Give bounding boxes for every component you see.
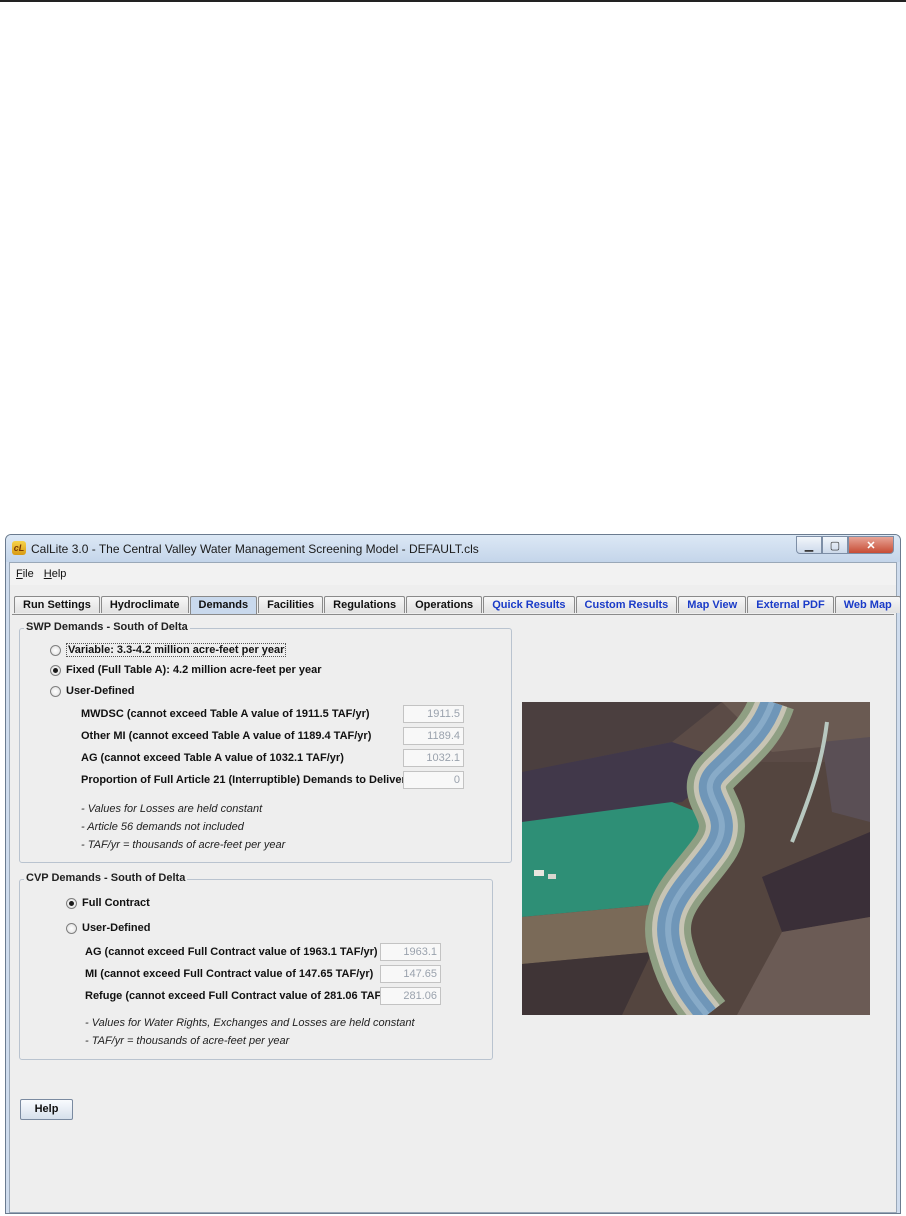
- cvp-refuge-field[interactable]: [380, 987, 441, 1005]
- cvp-ag-label: AG (cannot exceed Full Contract value of…: [85, 946, 378, 958]
- help-button[interactable]: Help: [20, 1099, 73, 1120]
- cvp-mi-label: MI (cannot exceed Full Contract value of…: [85, 968, 374, 980]
- tab-map-view[interactable]: Map View: [678, 596, 747, 613]
- minimize-button[interactable]: ▁: [796, 536, 822, 554]
- title-bar[interactable]: cL CalLite 3.0 - The Central Valley Wate…: [6, 535, 900, 562]
- menu-file-rest: ile: [22, 568, 34, 580]
- swp-group-title: SWP Demands - South of Delta: [24, 621, 190, 633]
- cvp-note-water-rights: - Values for Water Rights, Exchanges and…: [85, 1017, 415, 1029]
- swp-article21-label: Proportion of Full Article 21 (Interrupt…: [81, 774, 406, 786]
- close-button[interactable]: ✕: [848, 536, 894, 554]
- cvp-demands-group: CVP Demands - South of Delta Full Contra…: [19, 872, 493, 1060]
- canal-aerial-photo: [522, 702, 870, 1015]
- menu-bar: File Help: [10, 563, 896, 585]
- swp-other-mi-label: Other MI (cannot exceed Table A value of…: [81, 730, 372, 742]
- app-window: cL CalLite 3.0 - The Central Valley Wate…: [5, 534, 901, 1214]
- cvp-option-user-defined-label: User-Defined: [82, 922, 151, 934]
- tab-demands[interactable]: Demands: [189, 596, 258, 614]
- swp-article21-field[interactable]: [403, 771, 464, 789]
- tab-run-settings[interactable]: Run Settings: [14, 596, 100, 613]
- swp-mwdsc-label: MWDSC (cannot exceed Table A value of 19…: [81, 708, 370, 720]
- swp-other-mi-field[interactable]: [403, 727, 464, 745]
- swp-radio-user-defined[interactable]: [50, 685, 61, 697]
- cvp-option-full-contract[interactable]: Full Contract: [66, 897, 150, 909]
- window-controls: ▁ ▢ ✕: [796, 536, 894, 554]
- swp-radio-variable[interactable]: [50, 644, 61, 656]
- menu-help-rest: elp: [51, 568, 67, 580]
- swp-ag-label: AG (cannot exceed Table A value of 1032.…: [81, 752, 344, 764]
- cvp-mi-field[interactable]: [380, 965, 441, 983]
- swp-option-variable[interactable]: Variable: 3.3-4.2 million acre-feet per …: [50, 643, 287, 657]
- swp-option-fixed[interactable]: Fixed (Full Table A): 4.2 million acre-f…: [50, 664, 322, 676]
- page-top-rule: [0, 0, 906, 2]
- app-logo-icon: cL: [12, 541, 26, 555]
- swp-option-variable-label: Variable: 3.3-4.2 million acre-feet per …: [66, 643, 287, 657]
- cvp-group-title: CVP Demands - South of Delta: [24, 872, 188, 884]
- window-title: CalLite 3.0 - The Central Valley Water M…: [31, 542, 479, 556]
- tab-baseline: [12, 614, 894, 615]
- swp-radio-fixed[interactable]: [50, 664, 61, 676]
- swp-option-user-defined[interactable]: User-Defined: [50, 685, 134, 697]
- swp-note-article56: - Article 56 demands not included: [81, 821, 244, 833]
- menu-help[interactable]: Help: [44, 568, 67, 580]
- tab-external-pdf[interactable]: External PDF: [747, 596, 834, 613]
- swp-mwdsc-field[interactable]: [403, 705, 464, 723]
- tab-quick-results[interactable]: Quick Results: [483, 596, 575, 613]
- swp-demands-group: SWP Demands - South of Delta Variable: 3…: [19, 621, 512, 863]
- tab-hydroclimate[interactable]: Hydroclimate: [100, 596, 189, 613]
- tab-web-map[interactable]: Web Map: [834, 596, 900, 613]
- swp-note-taf: - TAF/yr = thousands of acre-feet per ye…: [81, 839, 286, 851]
- swp-note-losses: - Values for Losses are held constant: [81, 803, 263, 815]
- cvp-ag-field[interactable]: [380, 943, 441, 961]
- swp-ag-field[interactable]: [403, 749, 464, 767]
- cvp-note-taf: - TAF/yr = thousands of acre-feet per ye…: [85, 1035, 290, 1047]
- tab-custom-results[interactable]: Custom Results: [575, 596, 678, 613]
- tab-facilities[interactable]: Facilities: [258, 596, 324, 613]
- tab-operations[interactable]: Operations: [406, 596, 483, 613]
- cvp-radio-user-defined[interactable]: [66, 922, 77, 934]
- tab-regulations[interactable]: Regulations: [324, 596, 406, 613]
- menu-file-mnemonic: F: [16, 568, 23, 580]
- menu-file[interactable]: File: [16, 568, 34, 580]
- menu-help-mnemonic: H: [43, 568, 52, 580]
- swp-option-fixed-label: Fixed (Full Table A): 4.2 million acre-f…: [66, 664, 322, 676]
- cvp-radio-full-contract[interactable]: [66, 897, 77, 909]
- tab-bar: Run Settings Hydroclimate Demands Facilitie…: [14, 596, 900, 614]
- maximize-button[interactable]: ▢: [822, 536, 848, 554]
- cvp-refuge-label: Refuge (cannot exceed Full Contract valu…: [85, 990, 399, 1002]
- client-area: File Help Run Settings Hydroclimate Demand…: [9, 562, 900, 1213]
- cvp-option-full-contract-label: Full Contract: [82, 897, 150, 909]
- cvp-option-user-defined[interactable]: User-Defined: [66, 922, 150, 934]
- canal-photo-graphic: [522, 702, 870, 1015]
- swp-option-user-defined-label: User-Defined: [66, 685, 135, 697]
